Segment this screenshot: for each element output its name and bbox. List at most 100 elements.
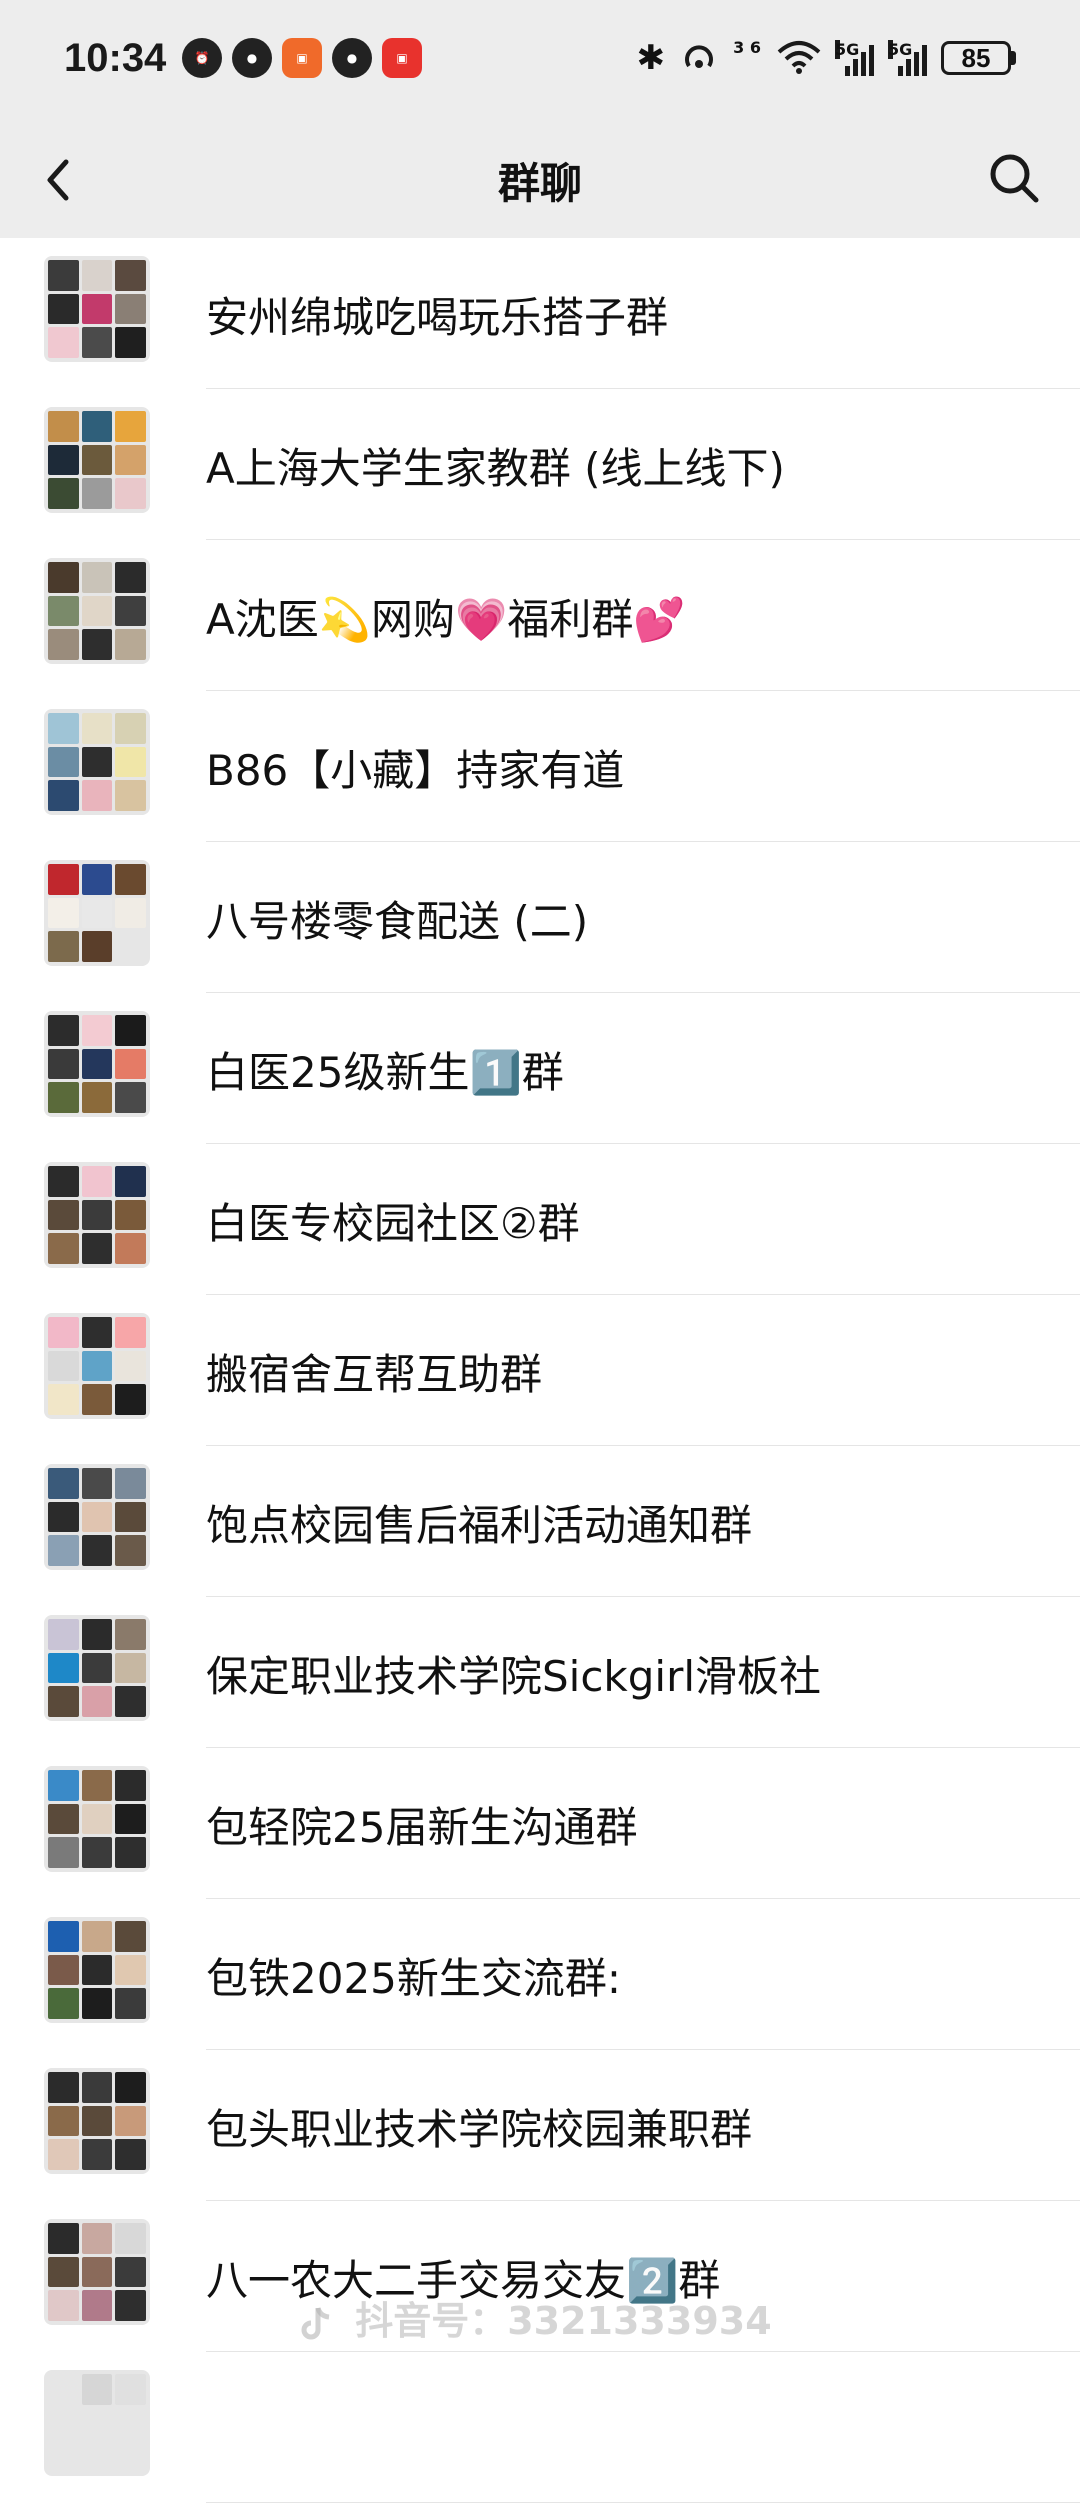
member-avatar-tile (115, 478, 146, 509)
member-avatar-tile (115, 2407, 146, 2439)
member-avatar-tile (81, 1988, 113, 2019)
member-avatar-tile (48, 1652, 79, 1684)
group-name: 白医25级新生1️⃣群 (206, 1048, 564, 1097)
member-avatar-tile (115, 1921, 146, 1952)
member-avatar-tile (81, 2441, 113, 2472)
member-avatar-tile (81, 897, 113, 929)
member-avatar-tile (81, 864, 113, 895)
group-avatar (44, 1464, 150, 1570)
group-avatar (44, 2370, 150, 2476)
member-avatar-tile (81, 2223, 113, 2254)
group-avatar (44, 1162, 150, 1268)
member-avatar-tile (48, 1468, 79, 1499)
group-avatar (44, 860, 150, 966)
member-avatar-tile (81, 1350, 113, 1382)
member-avatar-tile (48, 1535, 79, 1566)
member-avatar-tile (48, 478, 79, 509)
member-avatar-tile (81, 1317, 113, 1348)
group-name: B86【小藏】持家有道 (206, 746, 625, 795)
member-avatar-tile (115, 411, 146, 442)
wechat-icon: ● (332, 38, 372, 78)
member-avatar-tile (48, 2223, 79, 2254)
member-avatar-tile (48, 713, 79, 744)
member-avatar-tile (48, 746, 79, 778)
member-avatar-tile (115, 2139, 146, 2170)
app-notification-icon: ▣ (282, 38, 322, 78)
group-list-item[interactable]: 白医专校园社区②群 (0, 1144, 1080, 1295)
group-list-item[interactable]: A上海大学生家教群 (线上线下) (0, 389, 1080, 540)
member-avatar-tile (115, 1199, 146, 1231)
member-avatar-tile (115, 1652, 146, 1684)
member-avatar-tile (48, 2105, 79, 2137)
member-avatar-tile (81, 1015, 113, 1046)
member-avatar-tile (81, 2072, 113, 2103)
member-avatar-tile (81, 1384, 113, 1415)
group-list-item[interactable]: 包轻院25届新生沟通群 (0, 1748, 1080, 1899)
search-button[interactable] (984, 148, 1044, 208)
battery-indicator: 85 (941, 41, 1016, 75)
member-avatar-tile (81, 1652, 113, 1684)
group-name: 搬宿舍互帮互助群 (206, 1350, 543, 1399)
member-avatar-tile (115, 746, 146, 778)
member-avatar-tile (48, 1233, 79, 1264)
group-list-item[interactable]: 包头职业技术学院校园兼职群 (0, 2050, 1080, 2201)
member-avatar-tile (115, 1803, 146, 1835)
group-name: 安州绵城吃喝玩乐搭子群 (206, 293, 669, 342)
member-avatar-tile (48, 1384, 79, 1415)
member-avatar-tile (115, 1048, 146, 1080)
group-avatar (44, 558, 150, 664)
member-avatar-tile (81, 1166, 113, 1197)
member-avatar-tile (115, 897, 146, 929)
member-avatar-tile (48, 1199, 79, 1231)
member-avatar-tile (115, 1317, 146, 1348)
member-avatar-tile (81, 1921, 113, 1952)
group-name: 饱点校园售后福利活动通知群 (206, 1501, 753, 1550)
group-list-item[interactable]: 搬宿舍互帮互助群 (0, 1295, 1080, 1446)
member-avatar-tile (115, 2105, 146, 2137)
member-avatar-tile (48, 629, 79, 660)
member-avatar-tile (81, 1770, 113, 1801)
group-list-item[interactable]: 包铁2025新生交流群: (0, 1899, 1080, 2050)
wifi-icon (777, 41, 821, 74)
group-list-item[interactable]: B86【小藏】持家有道 (0, 691, 1080, 842)
group-list-item[interactable]: 保定职业技术学院Sickgirl滑板社 (0, 1597, 1080, 1748)
member-avatar-tile (115, 2374, 146, 2405)
member-avatar-tile (48, 1803, 79, 1835)
member-avatar-tile (115, 444, 146, 476)
group-list-item[interactable]: A沈医💫网购💗福利群💕 (0, 540, 1080, 691)
member-avatar-tile (81, 1048, 113, 1080)
member-avatar-tile (48, 1837, 79, 1868)
bluetooth-icon: ✱ (636, 38, 666, 78)
status-time: 10:34 (64, 36, 167, 80)
member-avatar-tile (81, 1686, 113, 1717)
member-avatar-tile (81, 2407, 113, 2439)
group-list-item[interactable]: 饱点校园售后福利活动通知群 (0, 1446, 1080, 1597)
member-avatar-tile (115, 1233, 146, 1264)
cellular-signal-icon: 5G (888, 40, 927, 76)
member-avatar-tile (115, 1535, 146, 1566)
member-avatar-tile (115, 780, 146, 811)
group-avatar (44, 1615, 150, 1721)
member-avatar-tile (115, 2441, 146, 2472)
group-list-item[interactable]: 安州绵城吃喝玩乐搭子群 (0, 238, 1080, 389)
member-avatar-tile (48, 2441, 79, 2472)
member-avatar-tile (115, 293, 146, 325)
group-list-item[interactable]: 八号楼零食配送 (二) (0, 842, 1080, 993)
member-avatar-tile (115, 2223, 146, 2254)
status-bar: 10:34 ⏰ ● ▣ ● ▣ ✱ 3 6 5G 5G 85 (0, 0, 1080, 120)
group-name: 包头职业技术学院校园兼职群 (206, 2105, 753, 2154)
group-list-item[interactable] (0, 2352, 1080, 2503)
member-avatar-tile (48, 780, 79, 811)
hotspot-icon (685, 45, 714, 68)
group-avatar (44, 2068, 150, 2174)
member-avatar-tile (81, 1501, 113, 1533)
group-list-item[interactable]: 白医25级新生1️⃣群 (0, 993, 1080, 1144)
member-avatar-tile (48, 2072, 79, 2103)
group-avatar (44, 256, 150, 362)
member-avatar-tile (81, 260, 113, 291)
group-name: 包铁2025新生交流群: (206, 1954, 622, 2003)
tiktok-icon (301, 2306, 330, 2339)
member-avatar-tile (81, 629, 113, 660)
group-name: 八号楼零食配送 (二) (206, 897, 589, 946)
member-avatar-tile (115, 1082, 146, 1113)
